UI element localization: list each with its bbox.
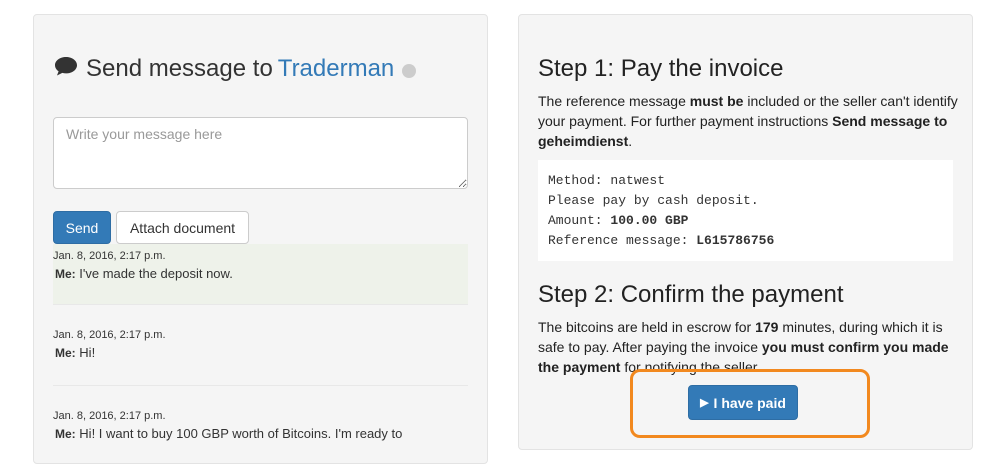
attach-document-button[interactable]: Attach document [116, 211, 249, 244]
reference-value: L615786756 [696, 233, 775, 248]
message-timestamp: Jan. 8, 2016, 2:17 p.m. [53, 410, 166, 422]
message-text: Hi! I want to buy 100 GBP worth of Bitco… [79, 426, 403, 441]
message-sender: Me: [55, 346, 76, 360]
step2-description: The bitcoins are held in escrow for 179 … [538, 317, 958, 377]
message-text: I've made the deposit now. [79, 266, 233, 281]
i-have-paid-button[interactable]: ▶ I have paid [688, 385, 798, 420]
message-timestamp: Jan. 8, 2016, 2:17 p.m. [53, 250, 166, 262]
message-sender: Me: [55, 427, 76, 441]
message-item: Jan. 8, 2016, 2:17 p.m. Me: I've made th… [53, 244, 468, 304]
payment-reference-line: Reference message: L615786756 [548, 231, 943, 251]
send-button[interactable]: Send [53, 211, 111, 244]
message-panel: Send message to Traderman Send Attach do… [33, 14, 488, 464]
payment-details: Method: natwest Please pay by cash depos… [538, 160, 953, 261]
message-timestamp: Jan. 8, 2016, 2:17 p.m. [53, 329, 166, 341]
payment-amount-line: Amount: 100.00 GBP [548, 211, 943, 231]
reference-label: Reference message: [548, 233, 697, 248]
i-have-paid-label: I have paid [713, 394, 786, 411]
play-icon: ▶ [700, 397, 709, 409]
message-item: Jan. 8, 2016, 2:17 p.m. Me: Hi! [53, 329, 468, 360]
step2-text-3: for notifying the seller. [620, 359, 761, 375]
status-dot-icon [402, 64, 417, 78]
message-body: Me: I've made the deposit now. [53, 266, 468, 281]
step1-title: Step 1: Pay the invoice [538, 55, 784, 82]
step2-title: Step 2: Confirm the payment [538, 281, 844, 308]
step1-bold-1: must be [689, 93, 744, 109]
message-item: Jan. 8, 2016, 2:17 p.m. Me: Hi! I want t… [53, 410, 468, 441]
step1-text-1: The reference message [538, 93, 690, 109]
amount-label: Amount: [548, 213, 611, 228]
title-prefix: Send message to [86, 55, 273, 82]
message-divider [53, 385, 468, 386]
recipient-link[interactable]: Traderman [278, 55, 394, 83]
message-body: Me: Hi! I want to buy 100 GBP worth of B… [53, 426, 468, 441]
message-body: Me: Hi! [53, 345, 468, 360]
method-value: natwest [610, 173, 666, 188]
message-text: Hi! [79, 345, 96, 360]
payment-instruction: Please pay by cash deposit. [548, 193, 759, 208]
message-panel-title: Send message to Traderman [54, 55, 417, 83]
escrow-minutes: 179 [755, 319, 779, 335]
message-divider [53, 304, 468, 305]
payment-panel: Step 1: Pay the invoice The reference me… [518, 14, 973, 450]
method-label: Method: [548, 173, 611, 188]
message-sender: Me: [55, 267, 76, 281]
step1-description: The reference message must be included o… [538, 91, 958, 151]
step2-text-1: The bitcoins are held in escrow for [538, 319, 756, 335]
message-input[interactable] [53, 117, 468, 189]
payment-method-line: Method: natwest [548, 171, 943, 191]
step1-text-3: . [628, 133, 633, 149]
comment-icon [54, 55, 78, 83]
amount-value: 100.00 GBP [610, 213, 689, 228]
